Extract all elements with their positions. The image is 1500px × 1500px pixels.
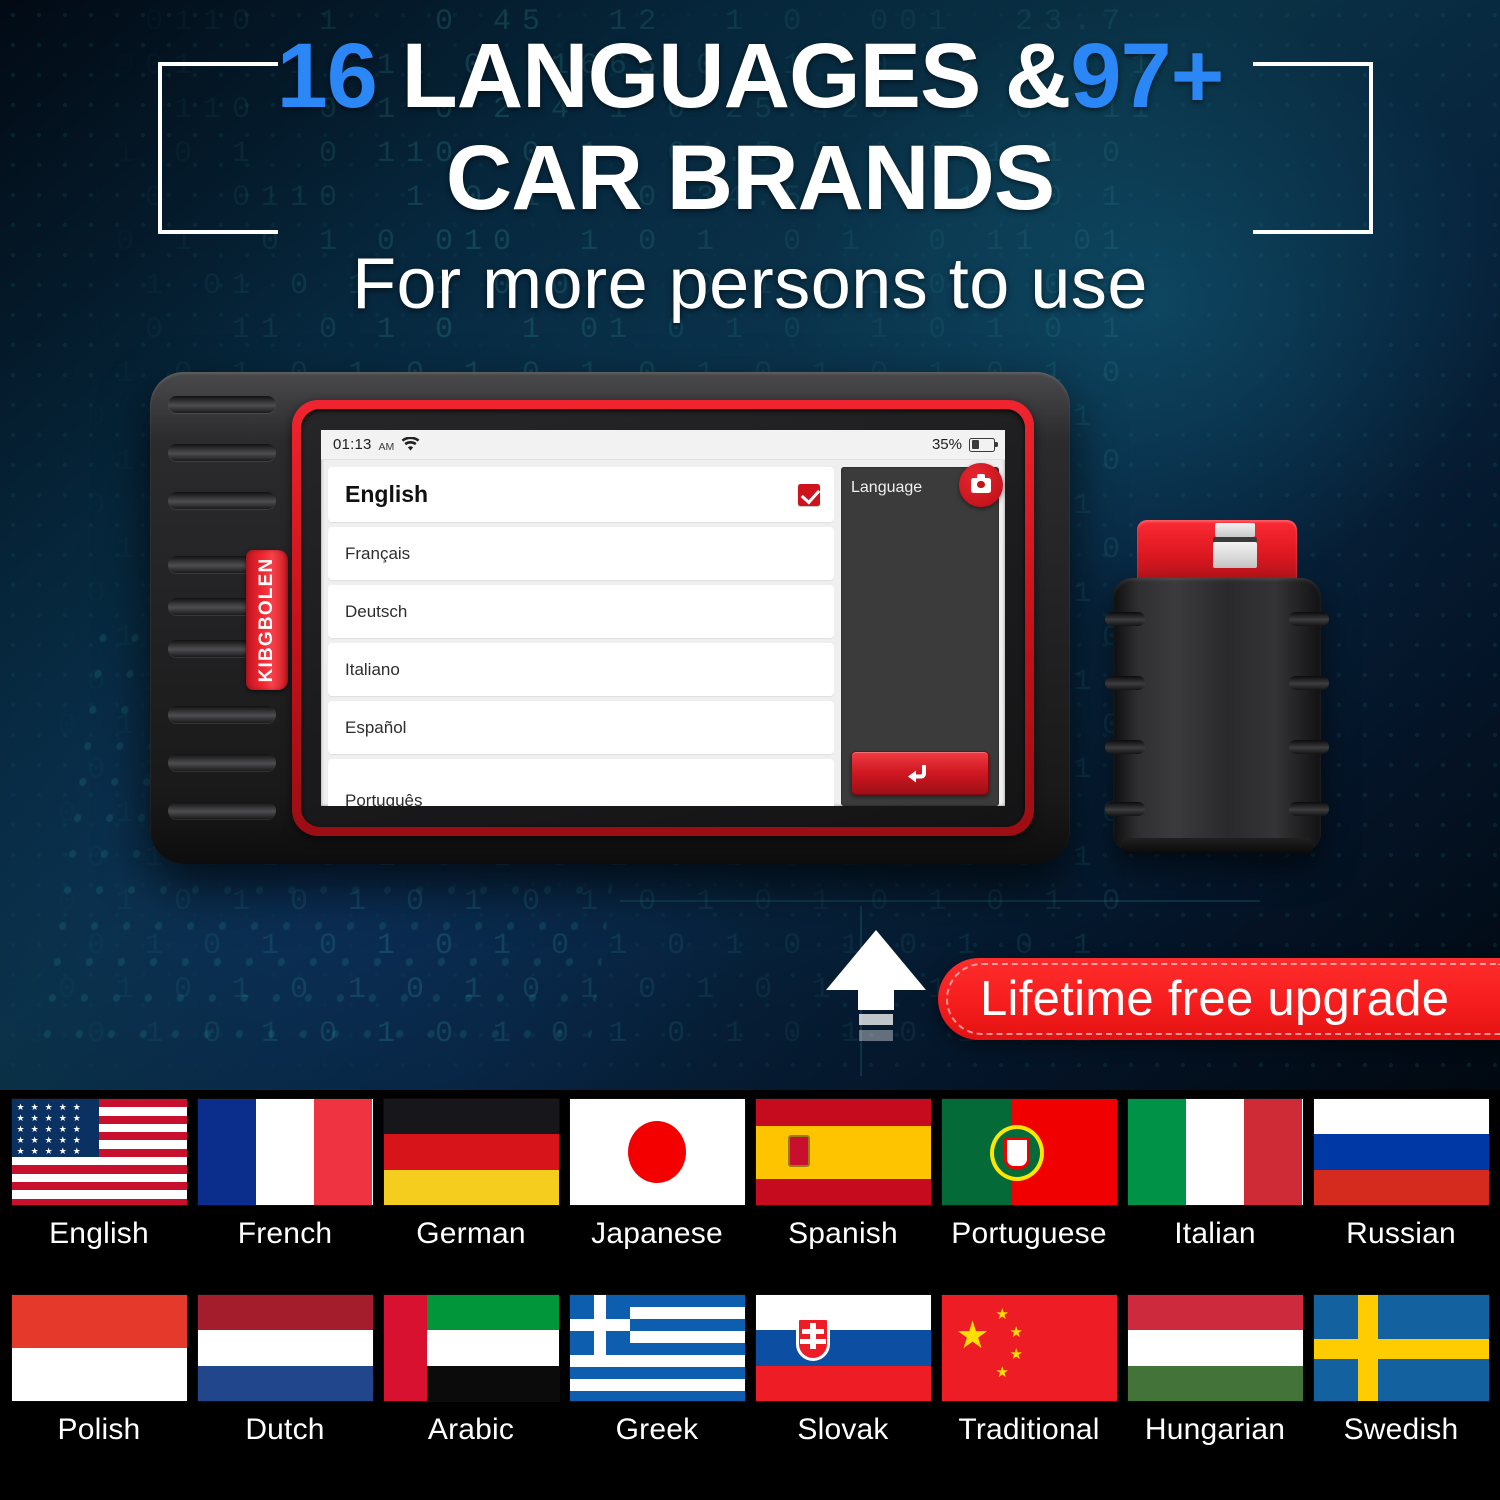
flag-item-swedish: Swedish [1308, 1294, 1494, 1490]
japan-flag [568, 1098, 746, 1206]
flag-item-dutch: Dutch [192, 1294, 378, 1490]
portugal-flag [940, 1098, 1118, 1206]
camera-icon[interactable] [959, 463, 1003, 507]
language-label: Español [345, 717, 407, 737]
flag-item-french: French [192, 1098, 378, 1294]
russia-flag [1312, 1098, 1490, 1206]
language-list[interactable]: English Français Deutsch Italiano Españo… [328, 467, 834, 806]
flag-row-1: ★★★★★ ★★★★★ ★★★★★ ★★★★★ ★★★★★ English French [6, 1098, 1494, 1294]
wifi-icon [401, 437, 420, 451]
flag-item-portuguese: Portuguese [936, 1098, 1122, 1294]
flag-label: Arabic [427, 1413, 515, 1446]
hungary-flag [1126, 1294, 1304, 1402]
language-option-english[interactable]: English [328, 467, 834, 522]
spain-flag [754, 1098, 932, 1206]
language-label: Deutsch [345, 601, 408, 621]
flag-item-slovak: Slovak [750, 1294, 936, 1490]
flag-item-hungarian: Hungarian [1122, 1294, 1308, 1490]
diagnostic-tablet: KIBGBOLEN 01:13 AM 35% English Français … [150, 372, 1070, 864]
greece-flag [568, 1294, 746, 1402]
language-label: English [345, 481, 429, 507]
battery-percent: 35% [931, 436, 962, 453]
arrow-head-icon [826, 930, 926, 1010]
page-title: 16 LANGUAGES &97+ CAR BRANDS [0, 28, 1500, 226]
connector-body [1105, 578, 1329, 854]
headline-line-1: 16 LANGUAGES &97+ [0, 28, 1500, 124]
poland-flag [10, 1294, 188, 1402]
flag-label: Portuguese [951, 1217, 1107, 1250]
side-panel: Language [841, 463, 1003, 806]
device-screen: 01:13 AM 35% English Français Deutsch It… [321, 430, 1005, 806]
battery-icon [969, 437, 998, 452]
italy-flag [1126, 1098, 1304, 1206]
flag-label: Spanish [788, 1217, 898, 1250]
us-flag: ★★★★★ ★★★★★ ★★★★★ ★★★★★ ★★★★★ [10, 1098, 188, 1206]
brand-tab: KIBGBOLEN [246, 550, 288, 690]
decor-line [620, 900, 1260, 902]
language-option-portuguese[interactable]: Português [328, 759, 834, 806]
status-bar: 01:13 AM 35% [321, 430, 1005, 460]
flag-item-traditional: ★ ★ ★ ★ ★ Traditional [936, 1294, 1122, 1490]
upward-arrow [826, 930, 926, 1045]
flag-grid: ★★★★★ ★★★★★ ★★★★★ ★★★★★ ★★★★★ English French [0, 1090, 1500, 1500]
flag-label: German [416, 1217, 526, 1250]
flag-item-japanese: Japanese [564, 1098, 750, 1294]
brand-name: KIBGBOLEN [256, 557, 277, 683]
slovakia-flag [754, 1294, 932, 1402]
clock-ampm: AM [378, 440, 395, 453]
language-option-italian[interactable]: Italiano [328, 643, 834, 696]
headline-languages-text: LANGUAGES & [376, 25, 1072, 127]
screen-content: English Français Deutsch Italiano Españo… [321, 460, 1005, 806]
back-button[interactable] [851, 751, 989, 795]
language-label: Français [345, 543, 411, 563]
flag-label: Russian [1346, 1217, 1456, 1250]
flag-item-italian: Italian [1122, 1098, 1308, 1294]
flag-row-2: Polish Dutch Arabic Greek Slovak ★ ★ ★ ★… [6, 1294, 1494, 1490]
flag-item-arabic: Arabic [378, 1294, 564, 1490]
flag-label: Greek [615, 1413, 699, 1446]
language-option-spanish[interactable]: Español [328, 701, 834, 754]
flag-label: Dutch [245, 1413, 325, 1446]
language-label: Italiano [345, 659, 400, 679]
france-flag [196, 1098, 374, 1206]
back-arrow-icon [908, 765, 926, 783]
badge-label: Lifetime free upgrade [980, 972, 1450, 1026]
flag-label: French [237, 1217, 333, 1250]
flag-label: Traditional [958, 1413, 1100, 1446]
flag-label: Slovak [797, 1413, 889, 1446]
language-label: Português [345, 791, 423, 806]
device-black-bezel: 01:13 AM 35% English Français Deutsch It… [301, 409, 1025, 827]
flag-item-russian: Russian [1308, 1098, 1494, 1294]
flag-label: Japanese [591, 1217, 723, 1250]
uae-flag [382, 1294, 560, 1402]
promo-page: 1 0110 1 0 45 12 1 0 001 23.7 0 1001 1 1… [0, 0, 1500, 1500]
headline-line-2: CAR BRANDS [445, 127, 1055, 229]
flag-label: Italian [1174, 1217, 1256, 1250]
netherlands-flag [196, 1294, 374, 1402]
flag-item-greek: Greek [564, 1294, 750, 1490]
china-flag: ★ ★ ★ ★ ★ [940, 1294, 1118, 1402]
lifetime-upgrade-badge: Lifetime free upgrade [938, 958, 1500, 1040]
language-option-german[interactable]: Deutsch [328, 585, 834, 638]
flag-item-spanish: Spanish [750, 1098, 936, 1294]
flag-label: Hungarian [1144, 1413, 1286, 1446]
flag-label: Swedish [1343, 1413, 1459, 1446]
flag-label: Polish [57, 1413, 141, 1446]
checkmark-icon [798, 483, 820, 506]
headline-count-languages: 16 [276, 25, 378, 127]
sweden-flag [1312, 1294, 1490, 1402]
headline-count-brands: 97+ [1070, 25, 1224, 127]
germany-flag [382, 1098, 560, 1206]
flag-item-english: ★★★★★ ★★★★★ ★★★★★ ★★★★★ ★★★★★ English [6, 1098, 192, 1294]
page-subtitle: For more persons to use [352, 244, 1148, 324]
language-option-french[interactable]: Français [328, 527, 834, 580]
device-red-bezel: 01:13 AM 35% English Français Deutsch It… [292, 400, 1034, 836]
obd-connector [1105, 520, 1329, 870]
flag-label: English [49, 1217, 149, 1250]
flag-item-german: German [378, 1098, 564, 1294]
flag-item-polish: Polish [6, 1294, 192, 1490]
clock-time: 01:13 [333, 436, 372, 453]
